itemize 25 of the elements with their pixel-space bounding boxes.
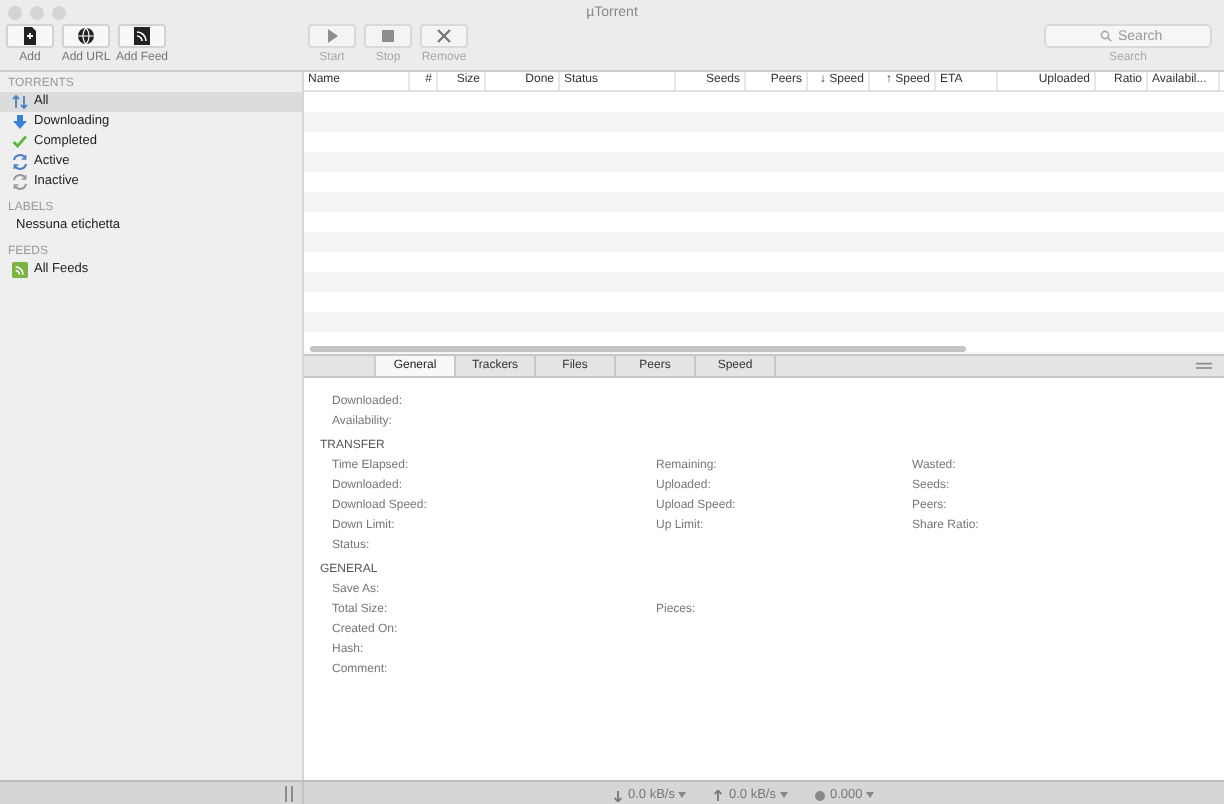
toolbar-button[interactable]	[118, 24, 166, 48]
caret-icon	[678, 792, 687, 799]
down-arrow-icon	[612, 789, 624, 802]
up-down-arrows-icon	[12, 94, 28, 110]
circular-arrows-icon	[12, 174, 28, 190]
splitter-handle-icon[interactable]	[284, 786, 294, 802]
document-plus-icon	[20, 26, 40, 46]
feed-icon	[12, 262, 28, 278]
down-arrow-icon	[12, 114, 28, 130]
disk-icon	[813, 789, 826, 802]
caret-icon	[779, 792, 788, 799]
close-icon	[434, 26, 454, 46]
feed-document-icon	[132, 26, 152, 46]
checkmark-icon	[12, 134, 28, 150]
stop-icon	[378, 26, 398, 46]
globe-icon	[76, 26, 96, 46]
circular-arrows-icon	[12, 154, 28, 170]
up-arrow-icon	[712, 789, 725, 802]
menu-icon[interactable]	[1196, 362, 1212, 370]
caret-icon	[866, 792, 875, 799]
scroll-bar[interactable]	[310, 346, 966, 352]
toolbar-button[interactable]	[62, 24, 110, 48]
toolbar-button[interactable]	[6, 24, 54, 48]
play-icon	[322, 26, 342, 46]
search-icon	[1100, 30, 1112, 42]
